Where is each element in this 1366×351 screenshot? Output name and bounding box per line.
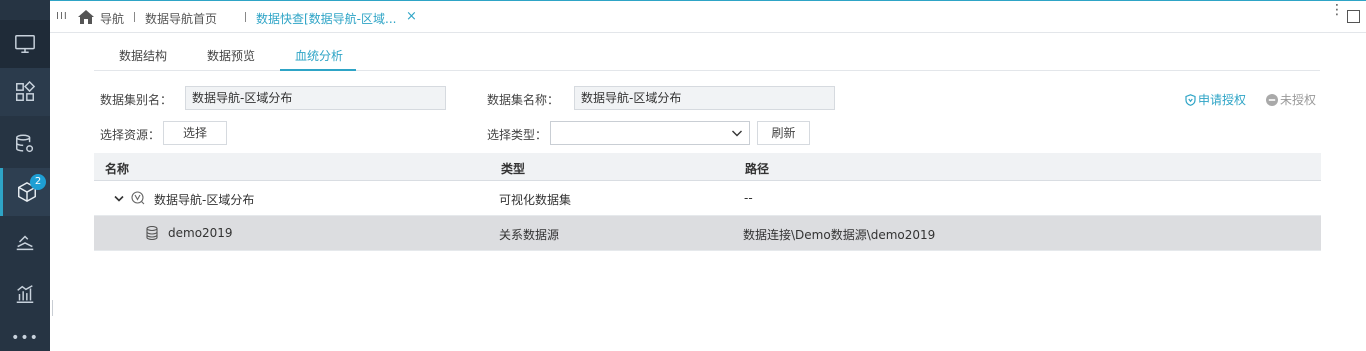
visual-dataset-icon [131, 191, 145, 205]
database-icon [146, 226, 158, 240]
bar-chart-icon [16, 285, 34, 303]
column-header-type: 类型 [501, 162, 526, 176]
row-name: demo2019 [168, 226, 233, 240]
dataset-alias-field[interactable]: 数据导航-区域分布 [185, 86, 446, 110]
tab-data-quick-view[interactable]: 数据快查[数据导航-区域... [256, 10, 396, 27]
table-header: 名称 类型 路径 [94, 153, 1321, 181]
row-type: 关系数据源 [499, 228, 560, 242]
row-type: 可视化数据集 [499, 193, 572, 207]
select-resource-label: 选择资源： [100, 128, 161, 142]
tab-separator [245, 12, 246, 22]
maximize-icon[interactable] [1347, 10, 1360, 23]
dataset-name-label: 数据集名称： [487, 93, 560, 107]
sub-tabs: 数据结构 数据预览 血统分析 [94, 33, 1320, 71]
menu-toggle-icon[interactable]: III [56, 11, 68, 22]
active-tab-indicator [280, 69, 356, 71]
tab-navigation[interactable]: 导航 [100, 10, 124, 27]
dataset-alias-label: 数据集别名： [100, 93, 173, 107]
sidebar-item-monitor[interactable] [0, 20, 50, 68]
sidebar-item-analytics[interactable] [0, 270, 50, 318]
layers-chart-icon [16, 235, 34, 251]
sidebar-item-datasets[interactable]: 2 [0, 168, 50, 216]
select-type-dropdown[interactable] [550, 121, 750, 145]
sidebar-item-apps[interactable] [0, 68, 50, 116]
lineage-table: 名称 类型 路径 数据导航-区域分布 可视化数据集 -- demo2019 关系… [94, 153, 1321, 251]
more-vertical-icon[interactable]: ⋮ [1330, 3, 1344, 17]
sidebar-item-database[interactable] [0, 120, 50, 168]
database-settings-icon [16, 134, 34, 153]
sidebar-item-layers[interactable] [0, 218, 50, 266]
apply-authorization-label: 申请授权 [1198, 93, 1247, 107]
more-menu[interactable]: ••• [0, 331, 50, 349]
tab-navigation-home[interactable]: 数据导航首页 [145, 10, 217, 27]
tab-separator [134, 12, 135, 22]
tab-data-structure[interactable]: 数据结构 [119, 47, 167, 64]
expand-chevron-icon[interactable] [114, 195, 124, 203]
shield-icon [1185, 93, 1196, 106]
refresh-button[interactable]: 刷新 [757, 121, 810, 145]
unauthorized-label: 未授权 [1280, 93, 1317, 107]
sidebar: 2 ••• [0, 0, 50, 351]
unauthorized-status: 未授权 [1266, 91, 1316, 108]
close-tab-icon[interactable]: × [406, 9, 417, 24]
row-path: -- [744, 191, 753, 205]
select-resource-button[interactable]: 选择 [163, 121, 227, 145]
tab-data-preview[interactable]: 数据预览 [207, 47, 255, 64]
row-path: 数据连接\Demo数据源\demo2019 [743, 228, 936, 242]
panel-resize-handle[interactable] [52, 300, 53, 316]
home-icon[interactable] [78, 10, 94, 27]
apps-grid-icon [16, 81, 36, 101]
minus-circle-icon [1266, 93, 1278, 106]
column-header-name: 名称 [105, 162, 130, 176]
table-row[interactable]: 数据导航-区域分布 可视化数据集 -- [94, 181, 1321, 216]
notification-badge: 2 [30, 174, 46, 190]
tab-lineage-analysis[interactable]: 血统分析 [295, 47, 343, 64]
monitor-icon [15, 35, 35, 53]
tab-bar: III 导航 数据导航首页 数据快查[数据导航-区域... × ⋮ [50, 0, 1366, 33]
apply-authorization-link[interactable]: 申请授权 [1185, 91, 1246, 108]
column-header-path: 路径 [745, 162, 770, 176]
table-row[interactable]: demo2019 关系数据源 数据连接\Demo数据源\demo2019 [94, 216, 1321, 251]
chevron-down-icon [732, 130, 742, 137]
row-name: 数据导航-区域分布 [154, 193, 255, 207]
select-type-label: 选择类型： [487, 128, 548, 142]
dataset-name-field[interactable]: 数据导航-区域分布 [574, 86, 835, 110]
